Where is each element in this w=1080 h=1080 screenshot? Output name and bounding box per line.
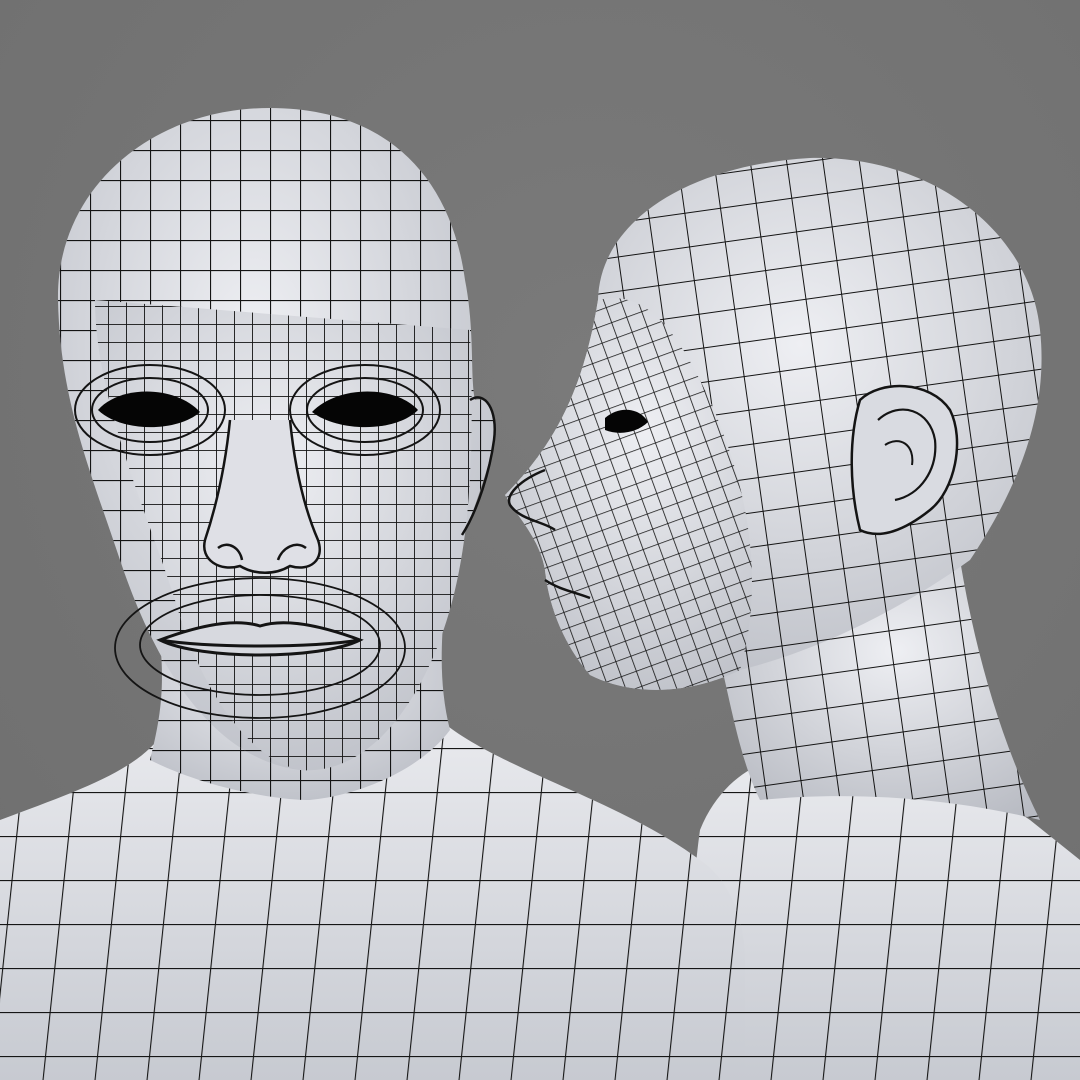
render-canvas [0, 0, 1080, 1080]
